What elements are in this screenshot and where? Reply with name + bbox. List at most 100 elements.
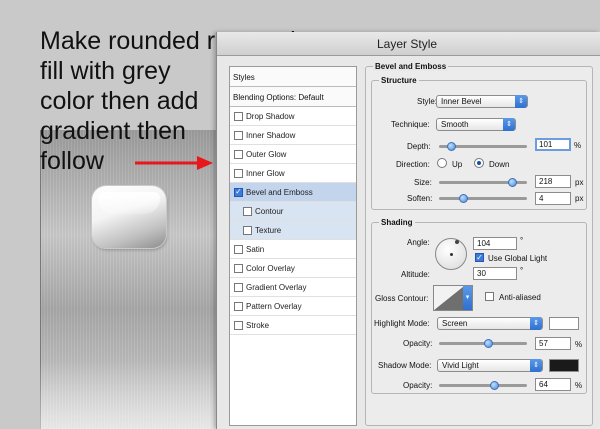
- style-label: Style:: [417, 97, 438, 106]
- dialog-titlebar[interactable]: Layer Style: [217, 32, 600, 56]
- technique-label: Technique:: [391, 120, 430, 129]
- angle-input[interactable]: 104: [473, 237, 517, 250]
- altitude-label: Altitude:: [401, 270, 430, 279]
- angle-unit: °: [520, 236, 524, 245]
- style-item-bevel-and-emboss[interactable]: ✓ Bevel and Emboss: [230, 183, 356, 202]
- slider-thumb[interactable]: [458, 194, 468, 203]
- checkbox-icon[interactable]: [234, 263, 243, 273]
- altitude-input[interactable]: 30: [473, 267, 517, 280]
- checkbox-icon[interactable]: [234, 301, 243, 311]
- checkmark-icon[interactable]: ✓: [234, 187, 243, 197]
- styles-header[interactable]: Styles: [230, 67, 356, 87]
- select-arrows-icon: ⇕: [503, 118, 515, 131]
- checkbox-icon[interactable]: [234, 149, 243, 159]
- style-item-stroke[interactable]: Stroke: [230, 316, 356, 335]
- angle-dial[interactable]: [435, 238, 467, 270]
- shadow-opacity-label: Opacity:: [403, 381, 433, 390]
- depth-unit: %: [574, 141, 582, 150]
- size-unit: px: [575, 178, 584, 187]
- style-item-label: Satin: [246, 244, 265, 254]
- style-item-label: Texture: [255, 225, 282, 235]
- style-item-outer-glow[interactable]: Outer Glow: [230, 145, 356, 164]
- direction-down-label: Down: [489, 160, 510, 169]
- blending-options-item[interactable]: Blending Options: Default: [230, 87, 356, 107]
- direction-up-label: Up: [452, 160, 463, 169]
- checkbox-icon[interactable]: [234, 168, 243, 178]
- soften-input[interactable]: 4: [535, 192, 571, 205]
- style-item-label: Outer Glow: [246, 149, 287, 159]
- style-item-texture[interactable]: Texture: [230, 221, 356, 240]
- select-arrows-icon: ⇕: [530, 317, 542, 330]
- slider-thumb[interactable]: [489, 381, 499, 390]
- anti-aliased-label: Anti-aliased: [499, 293, 541, 302]
- angle-label: Angle:: [407, 238, 430, 247]
- slider-thumb[interactable]: [446, 142, 456, 151]
- style-item-gradient-overlay[interactable]: Gradient Overlay: [230, 278, 356, 297]
- size-input[interactable]: 218: [535, 175, 571, 188]
- shadow-mode-label: Shadow Mode:: [378, 361, 432, 370]
- highlight-opacity-input[interactable]: 57: [535, 337, 571, 350]
- style-item-label: Gradient Overlay: [246, 282, 307, 292]
- style-item-color-overlay[interactable]: Color Overlay: [230, 259, 356, 278]
- soften-slider[interactable]: [439, 194, 527, 203]
- depth-input[interactable]: 101: [535, 138, 571, 151]
- shadow-opacity-unit: %: [575, 381, 583, 390]
- select-arrows-icon: ⇕: [530, 359, 542, 372]
- shadow-color-swatch[interactable]: [549, 359, 579, 372]
- checkbox-icon[interactable]: [234, 244, 243, 254]
- structure-heading: Structure: [379, 76, 419, 85]
- styles-list: Styles Blending Options: Default Drop Sh…: [229, 66, 357, 426]
- gloss-contour-picker[interactable]: ▾: [433, 285, 473, 311]
- checkbox-icon[interactable]: [234, 320, 243, 330]
- highlight-opacity-unit: %: [575, 340, 583, 349]
- rounded-rectangle-shine: [98, 192, 160, 214]
- contour-dropdown-icon: ▾: [463, 286, 472, 310]
- style-item-label: Color Overlay: [246, 263, 295, 273]
- direction-up-radio[interactable]: [437, 158, 447, 168]
- highlight-opacity-label: Opacity:: [403, 339, 433, 348]
- checkbox-icon[interactable]: [234, 282, 243, 292]
- style-item-label: Inner Shadow: [246, 130, 296, 140]
- style-item-contour[interactable]: Contour: [230, 202, 356, 221]
- style-item-inner-glow[interactable]: Inner Glow: [230, 164, 356, 183]
- style-item-label: Contour: [255, 206, 284, 216]
- size-slider[interactable]: [439, 178, 527, 187]
- layer-style-dialog: Layer Style Styles Blending Options: Def…: [216, 32, 600, 429]
- global-light-checkmark-icon[interactable]: ✓: [475, 253, 484, 262]
- direction-down-radio[interactable]: [474, 158, 484, 168]
- highlight-mode-select[interactable]: Screen ⇕: [437, 317, 543, 330]
- global-light-label: Use Global Light: [488, 254, 548, 263]
- highlight-opacity-slider[interactable]: [439, 339, 527, 348]
- red-arrow-icon: [135, 156, 213, 170]
- direction-label: Direction:: [396, 160, 430, 169]
- checkbox-icon[interactable]: [243, 225, 252, 235]
- style-item-satin[interactable]: Satin: [230, 240, 356, 259]
- shadow-opacity-slider[interactable]: [439, 381, 527, 390]
- style-item-inner-shadow[interactable]: Inner Shadow: [230, 126, 356, 145]
- anti-aliased-checkbox[interactable]: [485, 292, 494, 301]
- shadow-opacity-input[interactable]: 64: [535, 378, 571, 391]
- size-label: Size:: [414, 178, 432, 187]
- style-item-drop-shadow[interactable]: Drop Shadow: [230, 107, 356, 126]
- shadow-mode-select[interactable]: Vivid Light ⇕: [437, 359, 543, 372]
- style-select[interactable]: Inner Bevel ⇕: [436, 95, 528, 108]
- style-item-label: Stroke: [246, 320, 270, 330]
- angle-dial-handle-icon: [455, 240, 459, 244]
- checkbox-icon[interactable]: [234, 111, 243, 121]
- depth-label: Depth:: [407, 142, 431, 151]
- style-item-label: Drop Shadow: [246, 111, 295, 121]
- checkbox-icon[interactable]: [234, 130, 243, 140]
- bevel-emboss-heading: Bevel and Emboss: [373, 62, 449, 71]
- style-item-label: Inner Glow: [246, 168, 285, 178]
- shading-heading: Shading: [379, 218, 415, 227]
- technique-select-value: Smooth: [441, 120, 469, 129]
- style-item-pattern-overlay[interactable]: Pattern Overlay: [230, 297, 356, 316]
- highlight-mode-value: Screen: [442, 319, 468, 328]
- style-select-value: Inner Bevel: [441, 97, 482, 106]
- checkbox-icon[interactable]: [243, 206, 252, 216]
- depth-slider[interactable]: [439, 142, 527, 151]
- technique-select[interactable]: Smooth ⇕: [436, 118, 516, 131]
- slider-thumb[interactable]: [507, 178, 517, 187]
- highlight-color-swatch[interactable]: [549, 317, 579, 330]
- slider-thumb[interactable]: [484, 339, 494, 348]
